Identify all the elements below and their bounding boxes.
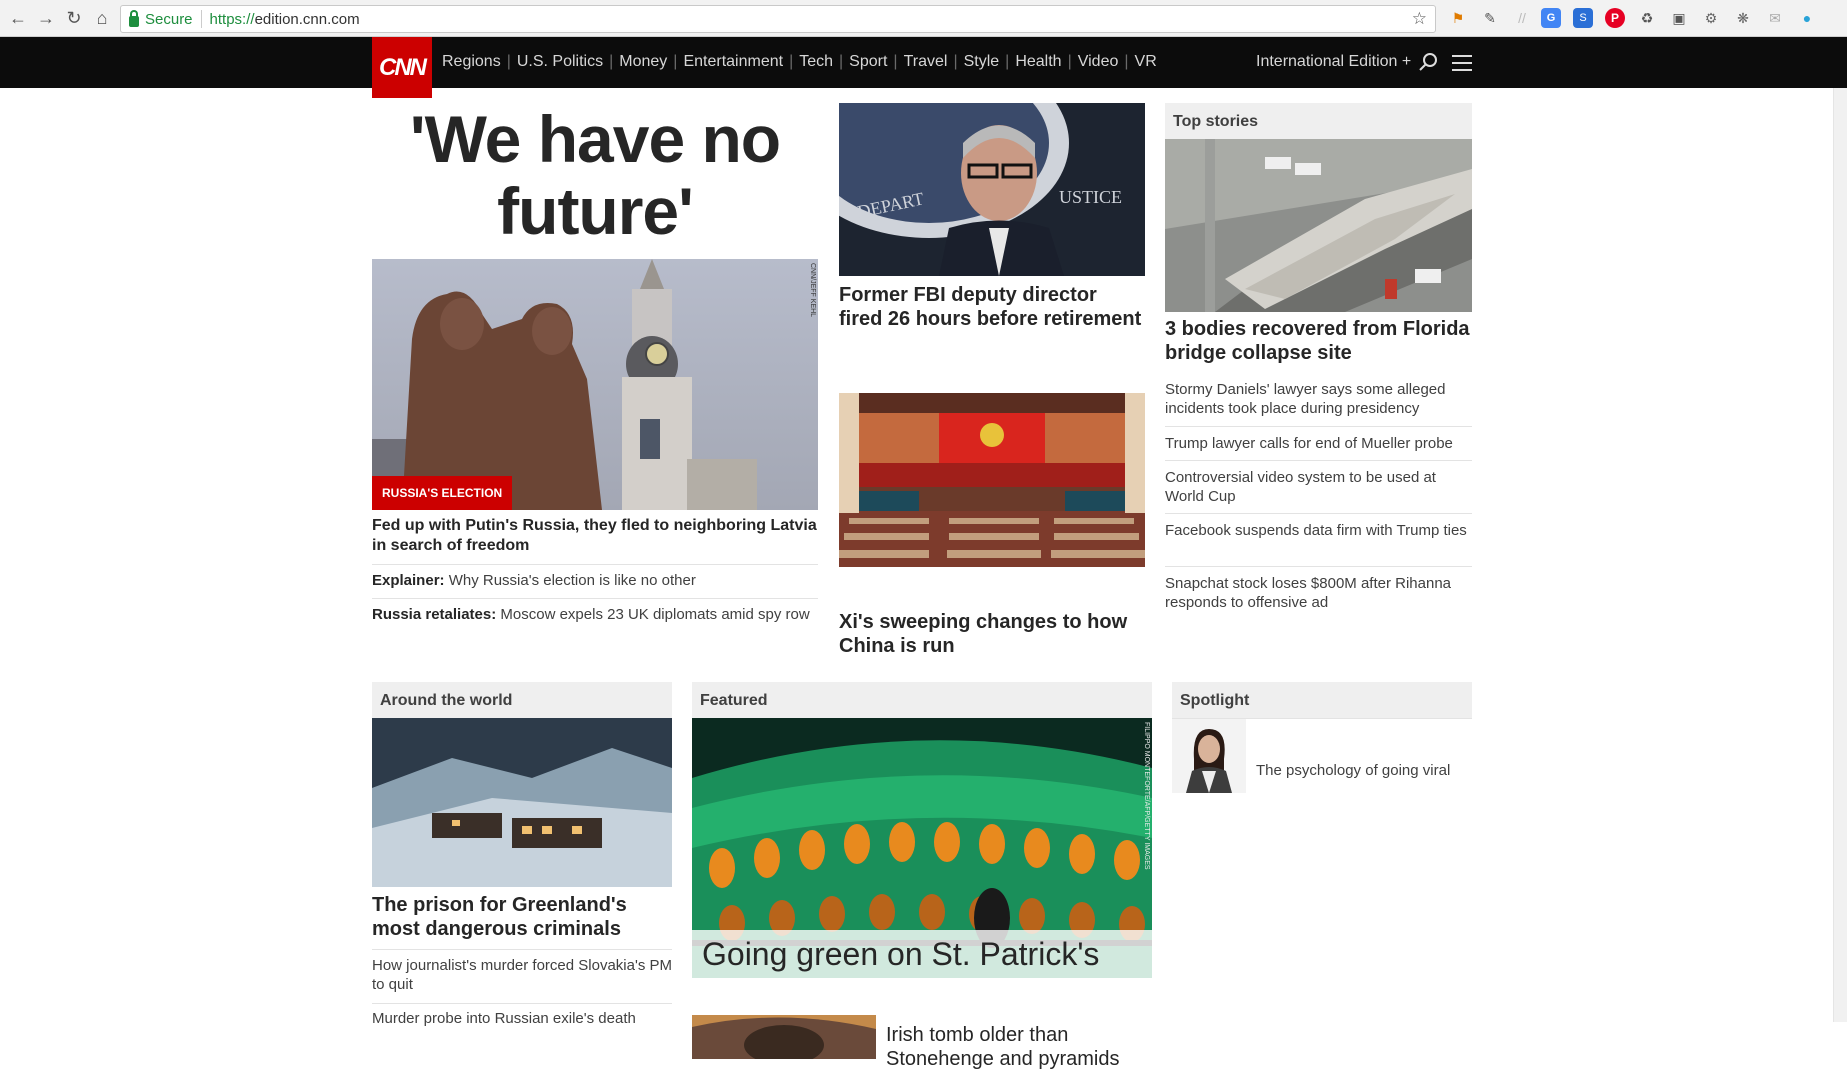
forward-icon[interactable]: → [34, 6, 58, 30]
nav-sport[interactable]: Sport [849, 53, 887, 71]
explainer-link[interactable]: Explainer: Why Russia's election is like… [372, 571, 818, 591]
mail-icon[interactable]: ✉ [1765, 8, 1785, 28]
greenland-prison-image[interactable] [372, 718, 672, 887]
address-bar[interactable]: Secure https:// edition.cnn.com ☆ [120, 5, 1436, 33]
fbi-image[interactable]: DEPART USTICE [839, 103, 1145, 276]
webpage: Regions | U.S. Politics | Money | Entertain… [0, 37, 1847, 1070]
nav-money[interactable]: Money [619, 53, 667, 71]
nav-health[interactable]: Health [1015, 53, 1061, 71]
search-icon[interactable] [1418, 52, 1438, 72]
url-scheme: https:// [209, 10, 255, 28]
fullscreen-icon[interactable]: ▣ [1669, 8, 1689, 28]
pinterest-icon[interactable]: P [1605, 8, 1625, 28]
image-credit: CNN/JEFF KEHL [809, 263, 816, 318]
nav-regions[interactable]: Regions [442, 53, 501, 71]
top-stories-header: Top stories [1165, 103, 1472, 139]
around-world-header: Around the world [372, 682, 672, 718]
nav-travel[interactable]: Travel [904, 53, 948, 71]
featured-image-credit: FILIPPO MONTEFORTE/AFP/GETTY IMAGES [1143, 722, 1150, 870]
nav-style[interactable]: Style [964, 53, 1000, 71]
spotlight-thumbnail[interactable] [1172, 719, 1246, 793]
screenshot-icon[interactable]: S [1573, 8, 1593, 28]
svg-text:USTICE: USTICE [1059, 187, 1122, 207]
settings-icon[interactable]: ❋ [1733, 8, 1753, 28]
around-main-story[interactable]: The prison for Greenland's most dangerou… [372, 893, 672, 941]
nav-entertainment[interactable]: Entertainment [683, 53, 783, 71]
lead-image[interactable]: CNN/JEFF KEHL RUSSIA'S ELECTION [372, 259, 818, 510]
fbi-story-title[interactable]: Former FBI deputy director fired 26 hour… [839, 283, 1145, 331]
nav-us-politics[interactable]: U.S. Politics [517, 53, 603, 71]
main-nav: Regions | U.S. Politics | Money | Entertain… [442, 53, 1157, 71]
cnn-logo[interactable]: CNN [372, 37, 432, 98]
edition-selector[interactable]: International Edition + [1256, 53, 1411, 71]
eyedropper-icon[interactable]: ✎ [1480, 8, 1500, 28]
recycle-icon[interactable]: ♻ [1637, 8, 1657, 28]
site-header: Regions | U.S. Politics | Money | Entertain… [0, 37, 1847, 88]
top-story-item-5[interactable]: Snapchat stock loses $800M after Rihanna… [1165, 574, 1472, 612]
extension-icon[interactable]: // [1512, 8, 1532, 28]
top-story-item-2[interactable]: Trump lawyer calls for end of Mueller pr… [1165, 434, 1472, 453]
nav-vr[interactable]: VR [1135, 53, 1157, 71]
page-scrollbar[interactable] [1833, 88, 1847, 1022]
spotlight-header: Spotlight [1172, 682, 1472, 718]
nav-video[interactable]: Video [1078, 53, 1119, 71]
featured-header: Featured [692, 682, 1152, 718]
featured-item-1[interactable]: Irish tomb older than Stonehenge and pyr… [886, 1023, 1152, 1071]
lock-icon [129, 9, 139, 27]
menu-icon[interactable] [1452, 55, 1472, 71]
home-icon[interactable]: ⌂ [90, 6, 114, 30]
bookmark-icon[interactable]: ⚑ [1448, 8, 1468, 28]
bookmark-star-icon[interactable]: ☆ [1412, 9, 1427, 29]
globe-icon[interactable]: ⚙ [1701, 8, 1721, 28]
top-story-main[interactable]: 3 bodies recovered from Florida bridge c… [1165, 317, 1472, 365]
featured-overlay-title[interactable]: Going green on St. Patrick's Day [692, 930, 1152, 978]
color-icon[interactable]: ● [1797, 8, 1817, 28]
around-item-1[interactable]: How journalist's murder forced Slovakia'… [372, 956, 672, 994]
colosseum-image[interactable]: FILIPPO MONTEFORTE/AFP/GETTY IMAGES Goin… [692, 718, 1152, 978]
reload-icon[interactable]: ↻ [62, 6, 86, 30]
url-host: edition.cnn.com [254, 10, 360, 28]
category-badge[interactable]: RUSSIA'S ELECTION [372, 476, 513, 510]
china-story-title[interactable]: Xi's sweeping changes to how China is ru… [839, 610, 1145, 658]
translate-icon[interactable]: G [1541, 8, 1561, 28]
secure-label: Secure [145, 10, 193, 28]
browser-toolbar: ← → ↻ ⌂ Secure https:// edition.cnn.com … [0, 0, 1847, 37]
china-congress-image[interactable] [839, 393, 1145, 567]
top-story-item-1[interactable]: Stormy Daniels' lawyer says some alleged… [1165, 380, 1472, 418]
spotlight-item-1[interactable]: The psychology of going viral [1256, 761, 1472, 780]
nav-tech[interactable]: Tech [799, 53, 833, 71]
top-story-item-3[interactable]: Controversial video system to be used at… [1165, 468, 1472, 506]
top-story-item-4[interactable]: Facebook suspends data firm with Trump t… [1165, 521, 1472, 540]
lead-story-title[interactable]: Fed up with Putin's Russia, they fled to… [372, 516, 818, 556]
retaliates-link[interactable]: Russia retaliates: Moscow expels 23 UK d… [372, 605, 818, 625]
lead-headline[interactable]: 'We have no future' [372, 103, 818, 247]
around-item-2[interactable]: Murder probe into Russian exile's death [372, 1009, 672, 1028]
back-icon[interactable]: ← [6, 6, 30, 30]
bridge-collapse-image[interactable] [1165, 139, 1472, 312]
